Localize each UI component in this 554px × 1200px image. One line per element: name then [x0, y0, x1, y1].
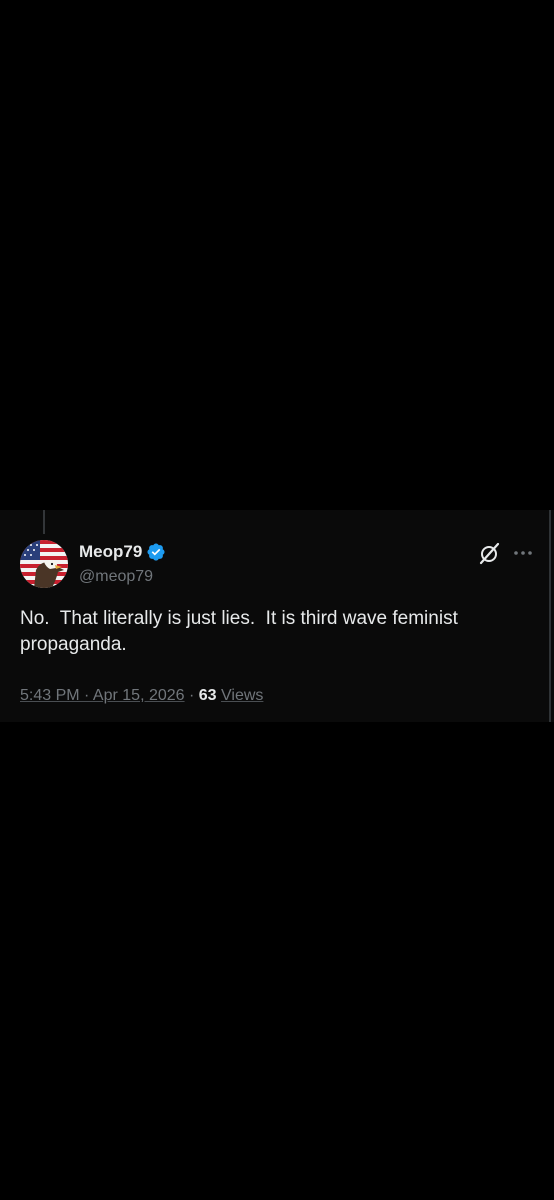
scroll-edge-line: [549, 510, 551, 722]
author-handle[interactable]: @meop79: [79, 567, 153, 587]
eagle-flag-avatar-icon: [20, 540, 68, 588]
views-count[interactable]: 63: [199, 687, 217, 704]
author-name-row[interactable]: Meop79: [79, 542, 166, 562]
tweet-timestamp[interactable]: 5:43 PM · Apr 15, 2026: [20, 687, 185, 704]
avatar[interactable]: [20, 540, 68, 588]
author-display-name[interactable]: Meop79: [79, 542, 142, 562]
meta-separator: ·: [189, 687, 195, 704]
grok-icon[interactable]: [478, 541, 502, 565]
thread-connector-line: [43, 510, 45, 534]
tweet-text: No. That literally is just lies. It is t…: [20, 608, 464, 655]
more-options-icon[interactable]: [512, 543, 534, 563]
tweet-card[interactable]: Meop79 @meop79 No. That literally is jus…: [0, 510, 554, 722]
tweet-meta-row: 5:43 PM · Apr 15, 2026 · 63 Views: [20, 685, 263, 707]
verified-badge-icon[interactable]: [146, 542, 166, 562]
views-label[interactable]: Views: [221, 687, 263, 704]
